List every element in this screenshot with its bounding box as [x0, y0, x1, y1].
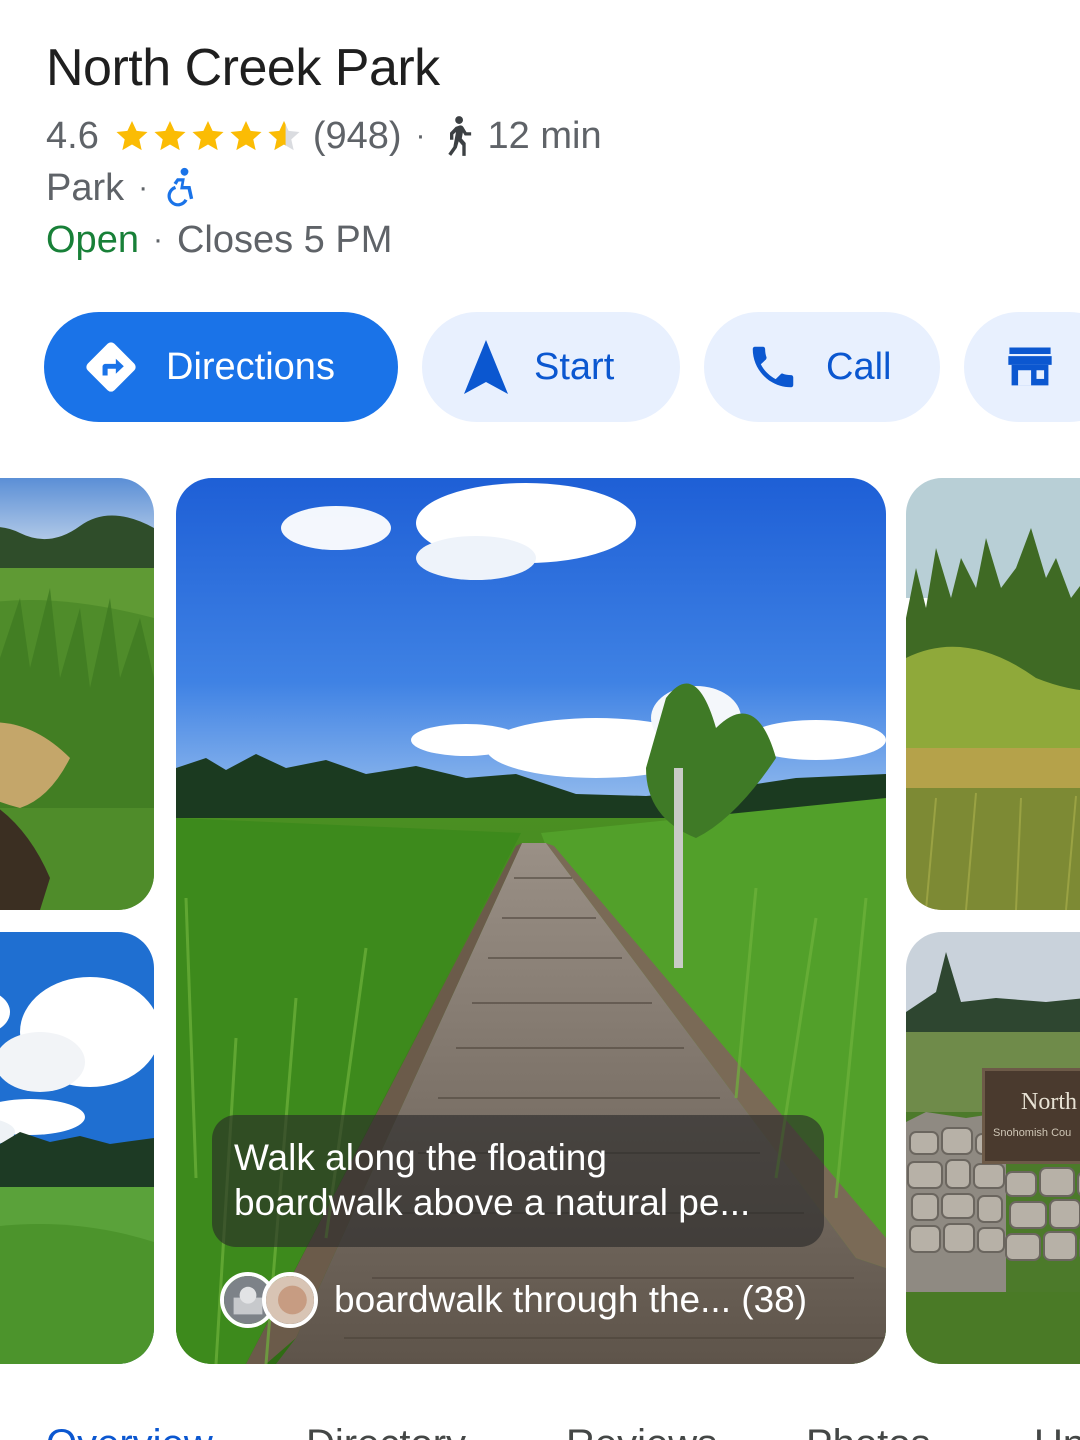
featured-photo[interactable]: Walk along the floating boardwalk above …	[176, 478, 886, 1364]
star-full-icon	[192, 120, 224, 151]
rating-value: 4.6	[46, 114, 99, 157]
photo-album-link[interactable]: boardwalk through the... (38)	[205, 1268, 826, 1332]
tab-directory[interactable]: Directory	[306, 1424, 466, 1440]
sign-title: North	[1021, 1089, 1077, 1115]
star-full-icon	[154, 120, 186, 151]
caption-line: Walk along the floating	[234, 1137, 607, 1178]
action-chips: Directions Start Call	[44, 312, 1080, 422]
navigation-arrow-icon	[464, 340, 508, 394]
place-header: North Creek Park 4.6 (948) · 12 min Park…	[46, 36, 1046, 266]
open-status: Open	[46, 218, 139, 261]
park-sign: North Snohomish Cou	[982, 1068, 1080, 1164]
store-button[interactable]	[964, 312, 1080, 422]
separator-dot: ·	[415, 119, 426, 152]
photo-thumbnail[interactable]	[906, 478, 1080, 910]
separator-dot: ·	[138, 171, 149, 204]
star-rating	[113, 117, 303, 155]
review-count: (948)	[312, 114, 402, 157]
wheelchair-accessible-icon[interactable]	[162, 167, 198, 209]
rating-row[interactable]: 4.6 (948) · 12 min	[46, 110, 1046, 162]
star-full-icon	[116, 120, 148, 151]
directions-label: Directions	[166, 345, 335, 388]
photo-thumbnail[interactable]	[0, 932, 154, 1364]
directions-button[interactable]: Directions	[44, 312, 398, 422]
hours-row[interactable]: Open · Closes 5 PM	[46, 214, 1046, 266]
tab-photos[interactable]: Photos	[806, 1424, 931, 1440]
place-category: Park	[46, 166, 125, 209]
call-label: Call	[826, 345, 892, 388]
tab-updates[interactable]: Updates	[1034, 1424, 1080, 1440]
album-title: boardwalk through the... (38)	[334, 1279, 808, 1320]
tab-reviews[interactable]: Reviews	[566, 1424, 717, 1440]
category-row: Park ·	[46, 162, 1046, 214]
place-title: North Creek Park	[46, 39, 440, 97]
walking-person-icon	[440, 115, 474, 157]
directions-diamond-icon	[82, 338, 140, 396]
avatar	[262, 1272, 318, 1328]
start-label: Start	[534, 345, 615, 388]
start-button[interactable]: Start	[422, 312, 680, 422]
star-full-icon	[230, 120, 262, 151]
star-half-icon	[268, 120, 300, 151]
tab-overview[interactable]: Overview	[46, 1424, 213, 1440]
place-tabs: Overview Directory Reviews Photos Update…	[0, 1424, 1080, 1440]
phone-icon	[746, 340, 800, 394]
photo-caption: Walk along the floating boardwalk above …	[212, 1115, 824, 1247]
photo-thumbnail[interactable]: North Snohomish Cou	[906, 932, 1080, 1364]
separator-dot: ·	[152, 223, 163, 256]
sign-subtitle: Snohomish Cou	[993, 1127, 1072, 1139]
photo-gallery: Walk along the floating boardwalk above …	[0, 478, 1080, 1364]
closing-time: Closes 5 PM	[176, 218, 393, 261]
storefront-icon	[1004, 341, 1056, 393]
call-button[interactable]: Call	[704, 312, 940, 422]
contributor-avatars	[220, 1272, 318, 1328]
walk-time: 12 min	[487, 114, 602, 157]
photo-thumbnail[interactable]	[0, 478, 154, 910]
caption-line: boardwalk above a natural pe...	[234, 1182, 751, 1223]
